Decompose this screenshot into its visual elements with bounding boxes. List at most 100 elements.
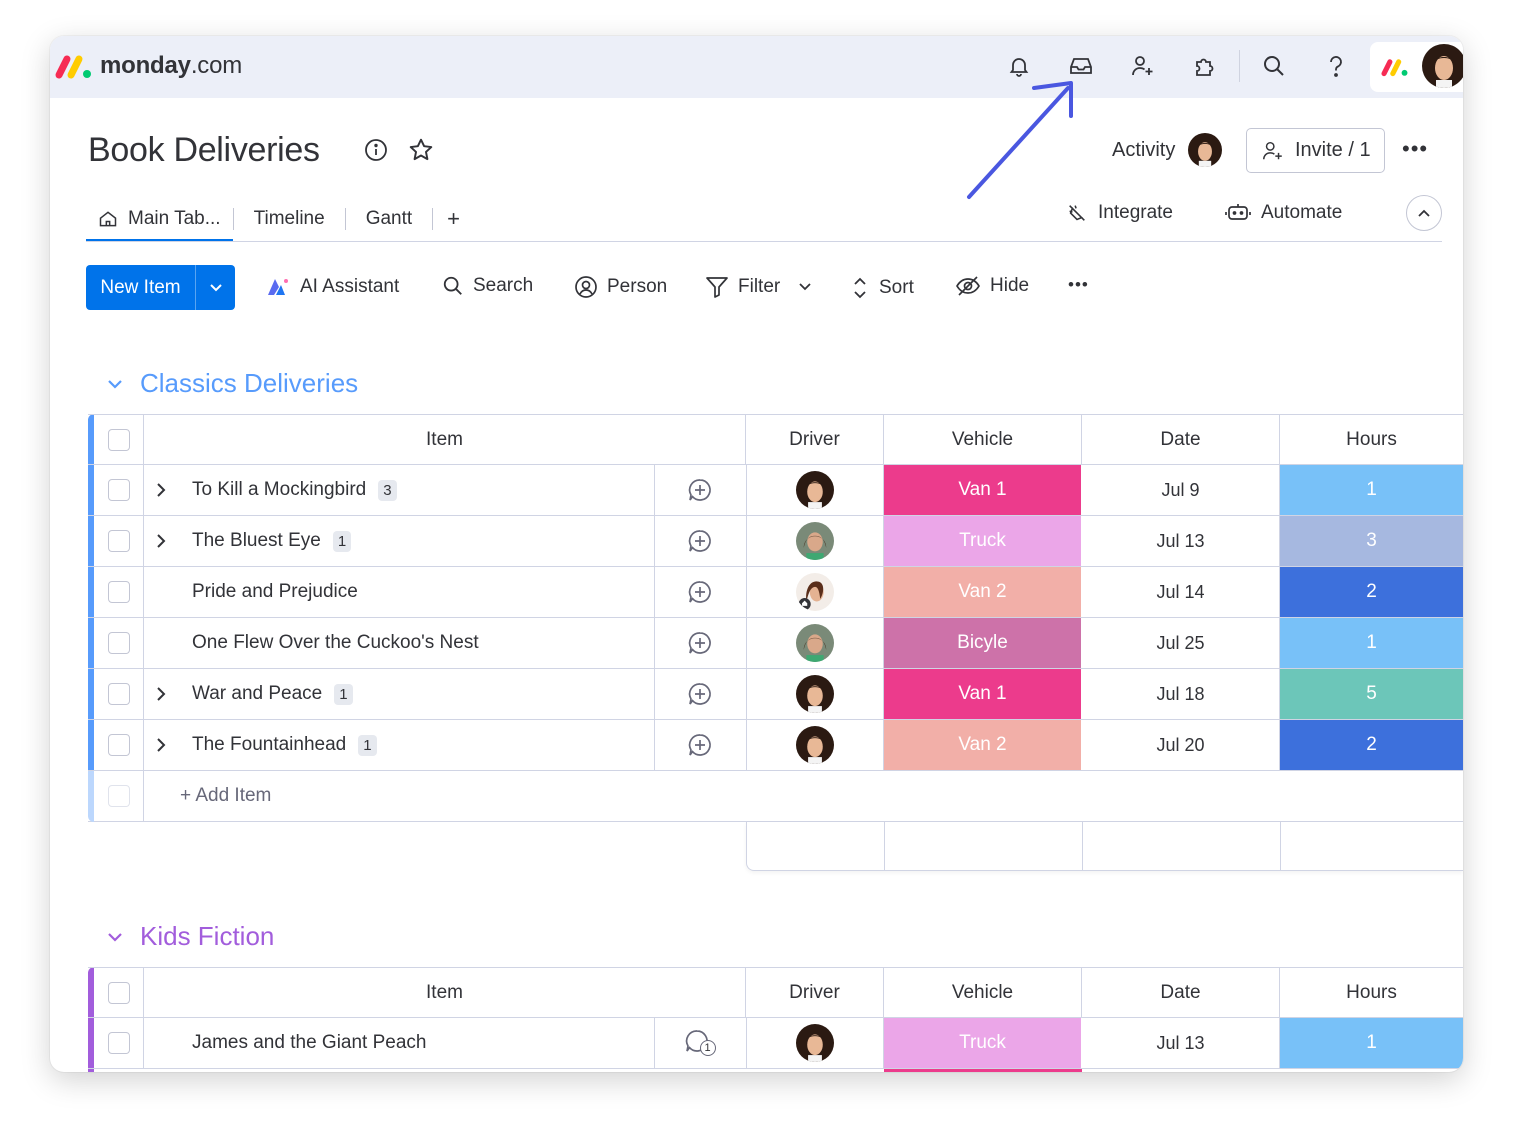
hours-cell[interactable]: 1 <box>1280 1018 1463 1068</box>
vehicle-status-cell[interactable]: Van 1 <box>884 669 1082 719</box>
tab-gantt[interactable]: Gantt <box>346 196 432 242</box>
expand-subitems-toggle[interactable] <box>156 720 166 770</box>
apps-icon[interactable] <box>1189 50 1221 82</box>
driver-cell[interactable] <box>746 516 884 566</box>
activity-label[interactable]: Activity <box>1112 139 1175 162</box>
column-header-hours[interactable]: Hours <box>1280 968 1463 1017</box>
select-all-checkbox[interactable] <box>107 428 130 451</box>
add-update-button[interactable] <box>654 720 744 770</box>
hours-cell[interactable]: 1 <box>1280 618 1463 668</box>
activity-avatar[interactable] <box>1188 133 1222 167</box>
item-name[interactable]: The Fountainhead 1 <box>192 720 377 770</box>
table-row[interactable]: James and the Giant Peach 1 Truck Jul 13… <box>88 1018 1463 1069</box>
item-name[interactable]: War and Peace 1 <box>192 669 353 719</box>
date-cell[interactable]: Jul 14 <box>1082 567 1280 617</box>
hide-button[interactable]: Hide <box>955 275 1029 297</box>
info-icon[interactable] <box>362 136 390 164</box>
column-header-driver[interactable]: Driver <box>746 415 884 464</box>
search-button[interactable]: Search <box>442 275 533 297</box>
driver-cell[interactable] <box>746 567 884 617</box>
vehicle-status-cell[interactable]: Van 1 <box>884 465 1082 515</box>
integrate-button[interactable]: Integrate <box>1066 202 1173 224</box>
date-cell[interactable]: Jul 13 <box>1082 1018 1280 1068</box>
row-checkbox[interactable] <box>107 683 130 705</box>
driver-cell[interactable] <box>746 618 884 668</box>
sort-button[interactable]: Sort <box>850 275 914 301</box>
group-header-classics[interactable]: Classics Deliveries <box>106 368 358 399</box>
date-cell[interactable]: Jul 9 <box>1082 465 1280 515</box>
hours-cell[interactable]: 1 <box>1280 465 1463 515</box>
hours-cell[interactable]: 5 <box>1280 669 1463 719</box>
group-header-kids-fiction[interactable]: Kids Fiction <box>106 921 274 952</box>
search-icon[interactable] <box>1258 50 1290 82</box>
date-cell[interactable]: Jul 13 <box>1082 516 1280 566</box>
vehicle-status-cell[interactable]: Truck <box>884 1018 1082 1068</box>
add-update-button[interactable] <box>654 516 744 566</box>
table-row[interactable]: The Bluest Eye 1 Truck Jul 13 3 <box>88 516 1463 567</box>
expand-subitems-toggle[interactable] <box>156 516 166 566</box>
date-cell[interactable]: Jul 25 <box>1082 618 1280 668</box>
select-all-checkbox[interactable] <box>107 981 130 1004</box>
board-more-button[interactable]: ••• <box>1402 136 1428 162</box>
vehicle-status-cell[interactable]: Van 2 <box>884 720 1082 770</box>
driver-cell[interactable] <box>746 720 884 770</box>
tab-main-table[interactable]: Main Tab... <box>86 196 233 242</box>
add-item-button[interactable]: + Add Item <box>180 771 271 821</box>
table-row[interactable]: Pride and Prejudice Van 2 Jul 14 2 <box>88 567 1463 618</box>
inbox-icon[interactable] <box>1065 50 1097 82</box>
row-checkbox[interactable] <box>107 1032 130 1054</box>
invite-button[interactable]: Invite / 1 <box>1246 128 1385 173</box>
column-header-vehicle[interactable]: Vehicle <box>884 415 1082 464</box>
row-checkbox[interactable] <box>107 734 130 756</box>
column-header-vehicle[interactable]: Vehicle <box>884 968 1082 1017</box>
table-row[interactable]: The Fountainhead 1 Van 2 Jul 20 2 <box>88 720 1463 771</box>
column-header-item[interactable]: Item <box>144 968 746 1017</box>
monday-logo[interactable]: monday.com <box>54 51 242 81</box>
vehicle-status-cell[interactable]: Truck <box>884 516 1082 566</box>
table-row[interactable]: To Kill a Mockingbird 3 Van 1 Jul 9 1 <box>88 465 1463 516</box>
star-icon[interactable] <box>407 136 435 164</box>
new-item-dropdown[interactable] <box>196 265 235 310</box>
column-header-date[interactable]: Date <box>1082 968 1280 1017</box>
expand-subitems-toggle[interactable] <box>156 465 166 515</box>
updates-button[interactable]: 1 <box>654 1018 744 1068</box>
table-row[interactable]: One Flew Over the Cuckoo's Nest Bicyle J… <box>88 618 1463 669</box>
item-name[interactable]: Pride and Prejudice <box>192 567 358 617</box>
column-header-item[interactable]: Item <box>144 415 746 464</box>
invite-members-icon[interactable] <box>1127 50 1159 82</box>
board-title[interactable]: Book Deliveries <box>88 131 320 170</box>
item-name[interactable]: To Kill a Mockingbird 3 <box>192 465 397 515</box>
item-name[interactable]: James and the Giant Peach <box>192 1018 426 1068</box>
driver-cell[interactable] <box>746 465 884 515</box>
row-checkbox[interactable] <box>107 632 130 654</box>
tab-timeline[interactable]: Timeline <box>234 196 345 242</box>
toolbar-more-button[interactable]: ••• <box>1068 275 1089 295</box>
vehicle-status-cell[interactable]: Bicyle <box>884 618 1082 668</box>
filter-button[interactable]: Filter <box>705 275 821 299</box>
date-cell[interactable]: Jul 20 <box>1082 720 1280 770</box>
person-filter-button[interactable]: Person <box>574 275 667 299</box>
automate-button[interactable]: Automate <box>1225 202 1342 224</box>
add-update-button[interactable] <box>654 618 744 668</box>
column-header-driver[interactable]: Driver <box>746 968 884 1017</box>
user-avatar[interactable] <box>1422 44 1463 88</box>
add-update-button[interactable] <box>654 465 744 515</box>
hours-cell[interactable]: 3 <box>1280 516 1463 566</box>
hours-cell[interactable]: 2 <box>1280 567 1463 617</box>
date-cell[interactable]: Jul 18 <box>1082 669 1280 719</box>
ai-assistant-button[interactable]: AI Assistant <box>265 275 399 299</box>
row-checkbox[interactable] <box>107 530 130 552</box>
hours-cell[interactable]: 2 <box>1280 720 1463 770</box>
expand-subitems-toggle[interactable] <box>156 669 166 719</box>
add-update-button[interactable] <box>654 669 744 719</box>
bell-icon[interactable] <box>1003 50 1035 82</box>
item-name[interactable]: One Flew Over the Cuckoo's Nest <box>192 618 479 668</box>
table-row[interactable]: War and Peace 1 Van 1 Jul 18 5 <box>88 669 1463 720</box>
new-item-button[interactable]: New Item <box>86 265 235 310</box>
driver-cell[interactable] <box>746 669 884 719</box>
column-header-date[interactable]: Date <box>1082 415 1280 464</box>
add-view-button[interactable]: + <box>433 196 474 242</box>
row-checkbox[interactable] <box>107 581 130 603</box>
vehicle-status-cell[interactable]: Van 2 <box>884 567 1082 617</box>
add-update-button[interactable] <box>654 567 744 617</box>
